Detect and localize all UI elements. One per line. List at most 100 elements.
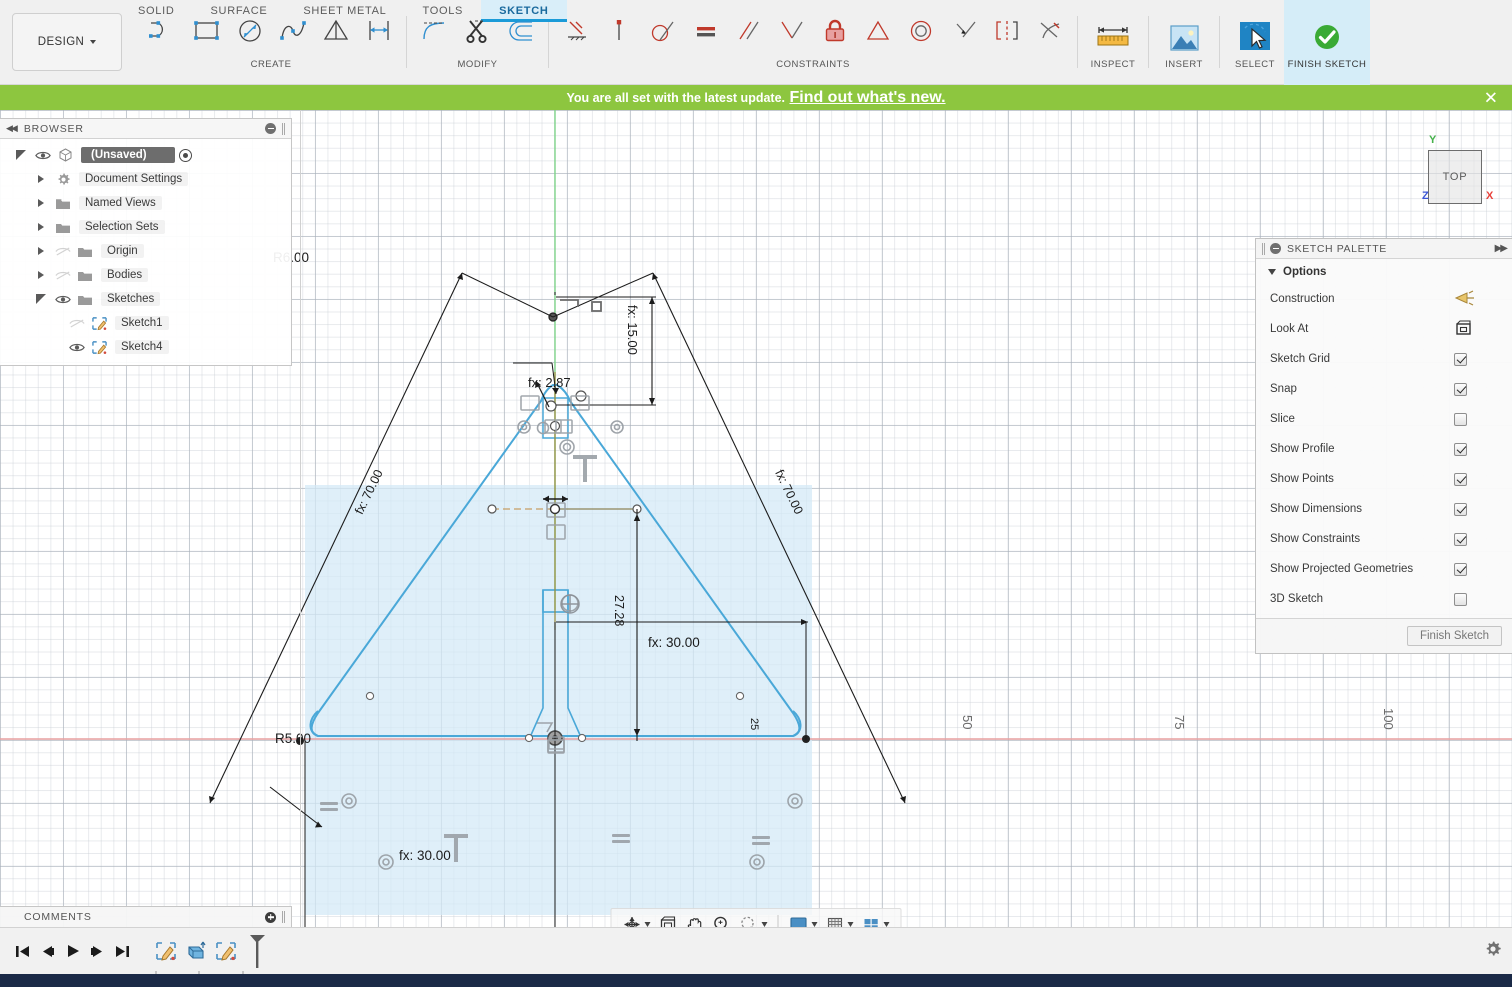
select-cursor-icon[interactable] — [1226, 2, 1284, 60]
chevron-down-icon[interactable] — [811, 921, 818, 927]
comments-resize-handle[interactable] — [282, 911, 285, 923]
trim-scissors-icon[interactable] — [456, 8, 499, 54]
chevron-down-icon[interactable] — [644, 921, 651, 927]
visibility-eye-off-icon[interactable] — [66, 317, 88, 330]
tree-node-sketch1[interactable]: Sketch1 — [0, 311, 291, 335]
add-comment-icon[interactable] — [265, 911, 276, 923]
offset-icon[interactable] — [499, 8, 542, 54]
palette-section-options[interactable]: Options — [1256, 266, 1512, 284]
view-cube[interactable]: TOP Y X Z — [1402, 128, 1502, 220]
dimension-vertical-offset[interactable]: 27.28 — [612, 595, 626, 626]
dimension-half-width-lower[interactable]: fx: 30.00 — [399, 848, 451, 863]
tree-node-selection-sets[interactable]: Selection Sets — [0, 215, 291, 239]
palette-row-3d-sketch[interactable]: 3D Sketch — [1256, 584, 1512, 614]
dimension-bottom-left-radius[interactable]: R5.00 — [275, 731, 311, 746]
fix-lock-icon[interactable] — [813, 8, 856, 54]
close-icon[interactable]: ✕ — [1484, 89, 1498, 106]
visibility-eye-off-icon[interactable] — [52, 245, 74, 258]
toolbar-group-select-label[interactable]: SELECT — [1226, 59, 1284, 70]
checkbox-show-constraints[interactable] — [1454, 532, 1467, 546]
curvature-constraint-icon[interactable] — [1028, 8, 1071, 54]
browser-minimize-button[interactable] — [265, 123, 276, 134]
equal-constraint-icon[interactable] — [684, 8, 727, 54]
step-back-icon[interactable] — [35, 936, 60, 966]
tree-node-bodies[interactable]: Bodies — [0, 263, 291, 287]
view-cube-top-face[interactable]: TOP — [1428, 150, 1482, 204]
perpendicular-constraint-icon[interactable] — [770, 8, 813, 54]
toolbar-group-modify-label[interactable]: MODIFY — [413, 59, 542, 70]
visibility-eye-icon[interactable] — [52, 293, 74, 306]
checkbox-sketch-grid[interactable] — [1454, 352, 1467, 366]
palette-row-show-profile[interactable]: Show Profile — [1256, 434, 1512, 464]
fillet-icon[interactable] — [413, 8, 456, 54]
palette-resize-handle[interactable] — [1262, 242, 1265, 255]
rectangle-icon[interactable] — [185, 8, 228, 54]
visibility-eye-off-icon[interactable] — [52, 269, 74, 282]
dimension-slot-width[interactable]: fx: 2.87 — [528, 375, 571, 390]
measure-ruler-icon[interactable] — [1084, 2, 1142, 60]
palette-minimize-button[interactable] — [1270, 243, 1281, 254]
expander-open-icon[interactable] — [30, 294, 52, 304]
palette-row-snap[interactable]: Snap — [1256, 374, 1512, 404]
toolbar-group-constraints-label[interactable]: CONSTRAINTS — [555, 59, 1071, 70]
palette-row-construction[interactable]: Construction — [1256, 284, 1512, 314]
toolbar-group-insert-label[interactable]: INSERT — [1155, 59, 1213, 70]
toolbar-group-finish-sketch[interactable]: FINISH SKETCH — [1284, 0, 1370, 85]
palette-row-show-projected-geometries[interactable]: Show Projected Geometries — [1256, 554, 1512, 584]
midpoint-constraint-icon[interactable] — [942, 8, 985, 54]
collapse-left-icon[interactable]: ◀◀ — [6, 123, 18, 134]
expander-closed-icon[interactable] — [30, 223, 52, 231]
spline-icon[interactable] — [271, 8, 314, 54]
checkbox-show-dimensions[interactable] — [1454, 502, 1467, 516]
parallel-constraint-icon[interactable] — [727, 8, 770, 54]
checkbox-show-profile[interactable] — [1454, 442, 1467, 456]
circle-icon[interactable] — [228, 8, 271, 54]
finish-sketch-button[interactable]: Finish Sketch — [1406, 626, 1502, 646]
palette-row-show-points[interactable]: Show Points — [1256, 464, 1512, 494]
finish-check-icon[interactable] — [1298, 2, 1356, 60]
expander-closed-icon[interactable] — [30, 175, 52, 183]
tree-node-sketch4[interactable]: Sketch4 — [0, 335, 291, 359]
dimension-half-width-upper[interactable]: fx: 30.00 — [648, 635, 700, 650]
concentric-constraint-icon[interactable] — [899, 8, 942, 54]
checkbox-show-points[interactable] — [1454, 472, 1467, 486]
chevron-down-icon[interactable] — [883, 921, 890, 927]
symmetry-constraint-icon[interactable] — [856, 8, 899, 54]
palette-row-look-at[interactable]: Look At — [1256, 314, 1512, 344]
timeline-feature-sketch4[interactable] — [211, 935, 241, 967]
visibility-eye-icon[interactable] — [32, 149, 54, 162]
dimension-corner-radius-small[interactable]: 25 — [748, 718, 760, 730]
go-to-beginning-icon[interactable] — [10, 936, 35, 966]
checkbox-3d-sketch[interactable] — [1454, 592, 1467, 606]
visibility-eye-icon[interactable] — [66, 341, 88, 354]
palette-row-show-dimensions[interactable]: Show Dimensions — [1256, 494, 1512, 524]
tree-node-document-settings[interactable]: Document Settings — [0, 167, 291, 191]
toolbar-group-inspect-label[interactable]: INSPECT — [1084, 59, 1142, 70]
timeline-feature-extrude[interactable] — [181, 935, 211, 967]
expander-closed-icon[interactable] — [30, 199, 52, 207]
line-icon[interactable] — [142, 8, 185, 54]
toolbar-group-finish-sketch-label[interactable]: FINISH SKETCH — [1284, 59, 1370, 70]
tangent-constraint-icon[interactable] — [641, 8, 684, 54]
expander-closed-icon[interactable] — [30, 247, 52, 255]
expander-closed-icon[interactable] — [30, 271, 52, 279]
tree-node-named-views[interactable]: Named Views — [0, 191, 291, 215]
timeline-settings-icon[interactable] — [1484, 940, 1502, 963]
construction-icon[interactable] — [1454, 289, 1476, 309]
dimension-slot-height[interactable]: fx: 15.00 — [625, 305, 640, 355]
tree-node-unsaved[interactable]: (Unsaved) — [0, 143, 291, 167]
insert-image-icon[interactable] — [1155, 2, 1213, 60]
chevron-down-icon[interactable] — [847, 921, 854, 927]
vertical-constraint-icon[interactable] — [598, 8, 641, 54]
palette-row-show-constraints[interactable]: Show Constraints — [1256, 524, 1512, 554]
tree-node-sketches[interactable]: Sketches — [0, 287, 291, 311]
browser-resize-handle[interactable] — [282, 122, 285, 135]
banner-link[interactable]: Find out what's new. — [789, 89, 945, 106]
play-icon[interactable] — [60, 936, 85, 966]
chevron-down-icon[interactable] — [761, 921, 768, 927]
timeline-feature-sketch1[interactable] — [151, 935, 181, 967]
toolbar-group-create-label[interactable]: CREATE — [142, 59, 400, 70]
step-forward-icon[interactable] — [85, 936, 110, 966]
expand-right-icon[interactable]: ▶▶ — [1495, 243, 1508, 254]
comments-panel[interactable]: COMMENTS — [0, 906, 292, 928]
